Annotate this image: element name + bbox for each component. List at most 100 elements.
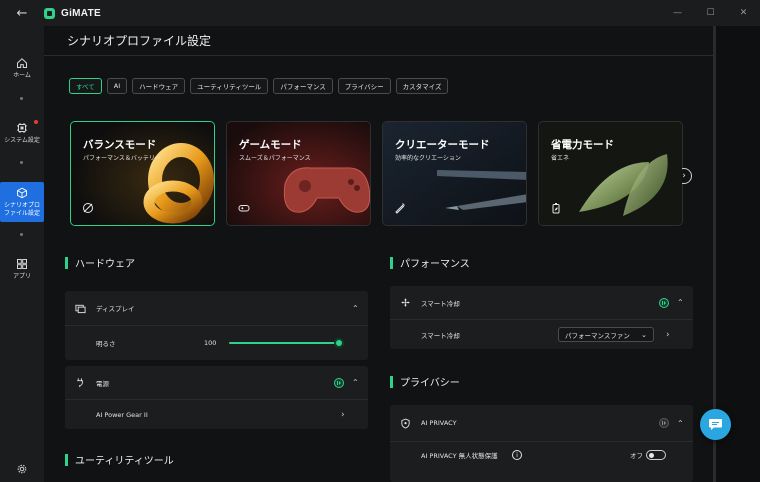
chip-label: カスタマイズ <box>402 83 442 91</box>
chat-button[interactable] <box>700 409 731 440</box>
power-ai-status-icon <box>334 377 344 388</box>
maximize-button[interactable]: ☐ <box>694 0 727 26</box>
filter-chip-customize[interactable]: カスタマイズ <box>395 78 449 94</box>
battery-leaf-icon <box>552 203 560 214</box>
gimate-logo-icon <box>44 7 55 19</box>
sidebar-item-apps[interactable]: アプリ <box>0 258 44 281</box>
cooling-ai-status-icon <box>659 297 669 308</box>
brightness-slider-thumb[interactable] <box>334 338 344 348</box>
home-icon <box>17 58 27 68</box>
chip-label: すべて <box>76 83 95 91</box>
chevron-down-icon: ⌄ <box>641 330 647 339</box>
sidebar-item-home[interactable]: ホーム <box>0 57 44 80</box>
section-accent-bar <box>65 256 68 269</box>
card-title: 省電力モード <box>551 139 614 151</box>
toggle-state-label: オフ <box>630 452 643 460</box>
chevron-up-icon[interactable]: ⌃ <box>677 419 684 428</box>
card-balance-mode[interactable]: バランスモード パフォーマンス＆バッテリー <box>70 121 215 226</box>
section-title: ハードウェア <box>75 259 135 270</box>
chip-label: ユーティリティツール <box>197 83 262 91</box>
fan-icon <box>401 298 410 307</box>
chevron-up-icon[interactable]: ⌃ <box>677 298 684 307</box>
filter-chip-hardware[interactable]: ハードウェア <box>132 78 186 94</box>
page-title: シナリオプロファイル設定 <box>67 34 212 48</box>
chevron-up-icon[interactable]: ⌃ <box>352 304 359 313</box>
no-person-protection-toggle[interactable] <box>646 450 666 460</box>
section-accent-bar <box>390 256 393 269</box>
card-power-saving-mode[interactable]: 省電力モード 省エネ <box>538 121 683 226</box>
brightness-value: 100 <box>204 339 217 347</box>
shield-icon <box>401 418 410 429</box>
chevron-right-icon[interactable]: › <box>666 330 670 340</box>
card-subtitle: スムーズ＆パフォーマンス <box>239 155 311 162</box>
plug-icon <box>77 378 83 388</box>
app-name: GiMATE <box>61 7 101 19</box>
display-panel: ディスプレイ ⌃ 明るさ 100 <box>65 291 368 360</box>
display-icon <box>75 304 86 313</box>
nav-separator-dot <box>20 161 23 164</box>
sidebar-item-scenario-profile[interactable]: シナリオプロ ファイル設定 <box>0 182 44 222</box>
no-person-protection-label: AI PRIVACY 無人状態保護 <box>421 452 498 460</box>
filter-chip-performance[interactable]: パフォーマンス <box>273 78 333 94</box>
chat-bubble-icon <box>709 419 722 430</box>
brightness-slider-track[interactable] <box>229 342 339 344</box>
sidebar: ホーム システム設定 シナリオプロ ファイル設定 アプリ <box>0 26 44 482</box>
sidebar-item-label: シナリオプロ ファイル設定 <box>3 202 40 217</box>
power-gear-label: AI Power Gear II <box>96 410 148 419</box>
grid-icon <box>17 259 27 269</box>
brightness-row: 明るさ 100 <box>65 326 368 360</box>
title-bar: ← GiMATE — ☐ ✕ <box>0 0 760 26</box>
power-header-row[interactable]: 電源 ⌃ <box>65 366 368 399</box>
smart-cooling-header-row[interactable]: スマート冷却 ⌃ <box>390 286 693 319</box>
filter-chip-ai[interactable]: AI <box>106 78 128 94</box>
chevron-right-icon: › <box>341 409 345 420</box>
card-subtitle: 省エネ <box>551 155 570 162</box>
ai-privacy-header-row[interactable]: AI PRIVACY ⌃ <box>390 405 693 441</box>
chip-label: AI <box>113 82 121 90</box>
sidebar-item-label: ホーム <box>13 72 31 79</box>
sidebar-item-label: アプリ <box>12 273 31 280</box>
minimize-button[interactable]: — <box>661 0 694 26</box>
power-gear-row[interactable]: AI Power Gear II › <box>65 400 368 429</box>
section-accent-bar <box>390 375 393 388</box>
gamepad-icon <box>238 205 250 212</box>
display-label: ディスプレイ <box>96 305 135 313</box>
smart-cooling-label: スマート冷却 <box>421 331 460 340</box>
ai-privacy-label: AI PRIVACY <box>421 419 457 427</box>
nav-separator-dot <box>20 233 23 236</box>
dropdown-value: パフォーマンスファン <box>565 331 630 340</box>
chip-icon <box>17 123 27 133</box>
section-title: ユーティリティツール <box>75 456 174 467</box>
back-arrow-icon: ← <box>16 5 28 21</box>
nav-separator-dot <box>20 97 23 100</box>
card-subtitle: パフォーマンス＆バッテリー <box>83 155 161 162</box>
window-controls: — ☐ ✕ <box>661 0 760 26</box>
cube-icon <box>17 187 27 199</box>
main-content: シナリオプロファイル設定 すべて AI ハードウェア ユーティリティツール パフ… <box>44 26 715 482</box>
close-button[interactable]: ✕ <box>727 0 760 26</box>
sidebar-item-settings[interactable] <box>0 463 44 475</box>
sidebar-item-label: システム設定 <box>4 137 40 144</box>
filter-chip-utility[interactable]: ユーティリティツール <box>190 78 269 94</box>
filter-chips: すべて AI ハードウェア ユーティリティツール パフォーマンス プライバシー … <box>69 78 449 94</box>
pen-icon <box>395 203 405 214</box>
mode-cards: バランスモード パフォーマンス＆バッテリー ゲームモード スムーズ＆パフォーマン… <box>70 121 683 226</box>
display-header-row[interactable]: ディスプレイ ⌃ <box>65 291 368 325</box>
chevron-up-icon[interactable]: ⌃ <box>352 378 359 387</box>
section-performance: パフォーマンス <box>390 255 470 270</box>
info-icon[interactable]: i <box>512 450 522 460</box>
privacy-ai-status-icon <box>659 418 669 428</box>
no-gauge-icon <box>83 203 93 213</box>
chip-label: パフォーマンス <box>280 83 326 91</box>
sidebar-item-system-settings[interactable]: システム設定 <box>0 122 44 145</box>
card-creator-mode[interactable]: クリエーターモード 効率的なクリエーション <box>382 121 527 226</box>
card-title: バランスモード <box>83 139 157 151</box>
smart-cooling-mode-row: スマート冷却 パフォーマンスファン ⌄ › <box>390 320 693 349</box>
card-subtitle: 効率的なクリエーション <box>395 155 461 162</box>
cooling-mode-dropdown[interactable]: パフォーマンスファン ⌄ <box>558 327 654 342</box>
card-game-mode[interactable]: ゲームモード スムーズ＆パフォーマンス <box>226 121 371 226</box>
app-brand: GiMATE <box>44 7 101 19</box>
filter-chip-privacy[interactable]: プライバシー <box>337 78 391 94</box>
back-button[interactable]: ← <box>0 0 44 26</box>
filter-chip-all[interactable]: すべて <box>69 78 102 94</box>
